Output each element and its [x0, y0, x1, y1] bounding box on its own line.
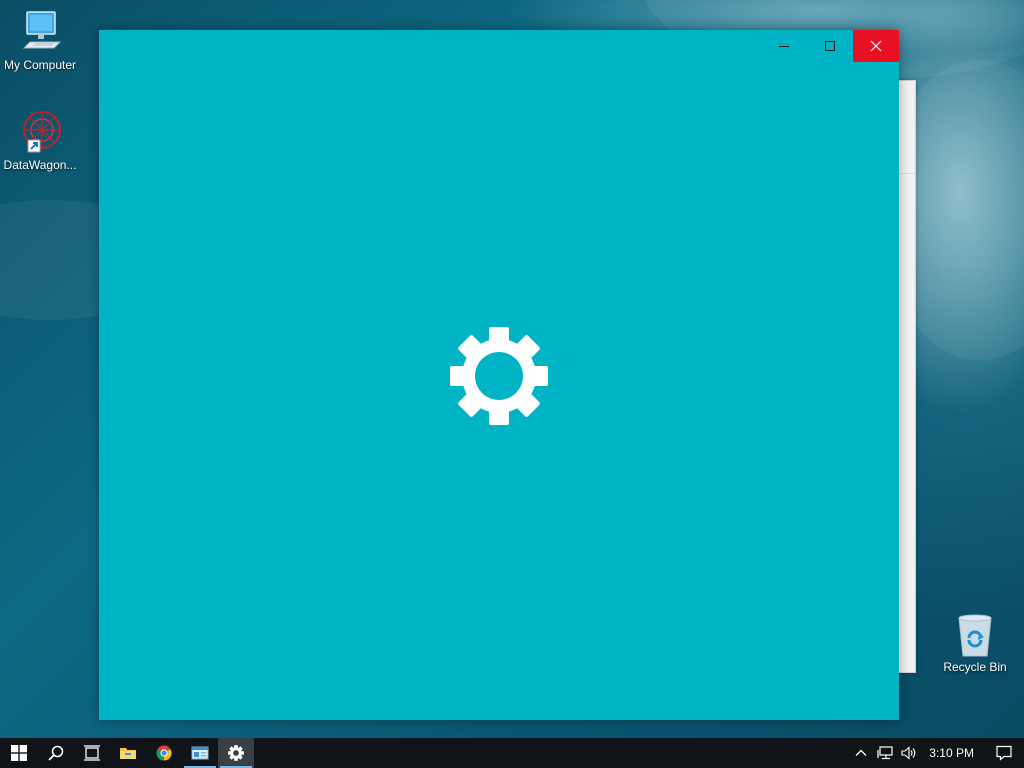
taskbar-chrome[interactable] [146, 738, 182, 768]
task-view-icon [84, 745, 100, 761]
app-window-icon [191, 746, 209, 760]
desktop-icon-datawagon[interactable]: DataWagon... [0, 108, 80, 172]
desktop-icon-label: Recycle Bin [943, 660, 1007, 674]
network-button[interactable] [873, 738, 897, 768]
desktop-icon-label: My Computer [3, 58, 77, 72]
chevron-up-icon [855, 749, 867, 756]
taskbar: 3:10 PM [0, 738, 1024, 768]
recycle-bin-icon [958, 614, 992, 657]
show-hidden-icons-button[interactable] [849, 738, 873, 768]
minimize-button[interactable] [761, 30, 807, 62]
volume-button[interactable] [897, 738, 921, 768]
system-tray: 3:10 PM [849, 738, 1024, 768]
datawagon-icon [23, 111, 61, 153]
action-center-button[interactable] [984, 738, 1024, 768]
taskbar-clock[interactable]: 3:10 PM [921, 746, 984, 760]
action-center-icon [996, 745, 1012, 761]
taskbar-settings[interactable] [218, 738, 254, 768]
taskbar-app-window[interactable] [182, 738, 218, 768]
close-icon [870, 40, 882, 52]
search-icon [48, 745, 64, 761]
volume-icon [901, 746, 916, 760]
close-button[interactable] [853, 30, 899, 62]
computer-icon [22, 11, 62, 49]
desktop-icon-label: DataWagon... [3, 158, 77, 172]
maximize-button[interactable] [807, 30, 853, 62]
windows-start-icon [11, 745, 27, 761]
gear-icon [450, 327, 548, 425]
chrome-icon [156, 745, 172, 761]
task-view-button[interactable] [74, 738, 110, 768]
taskbar-file-explorer[interactable] [110, 738, 146, 768]
desktop-icon-my-computer[interactable]: My Computer [0, 8, 80, 72]
settings-gear-icon [228, 745, 244, 761]
search-button[interactable] [38, 738, 74, 768]
minimize-icon [779, 46, 789, 47]
desktop: My Computer DataWagon... Recycle Bin 3:1… [0, 0, 1024, 768]
desktop-icon-recycle-bin[interactable]: Recycle Bin [935, 612, 1015, 674]
settings-splash-window [99, 30, 899, 720]
maximize-icon [825, 41, 835, 51]
network-icon [877, 746, 893, 760]
start-button[interactable] [0, 738, 38, 768]
window-titlebar-controls [761, 30, 899, 62]
file-explorer-icon [120, 748, 136, 759]
